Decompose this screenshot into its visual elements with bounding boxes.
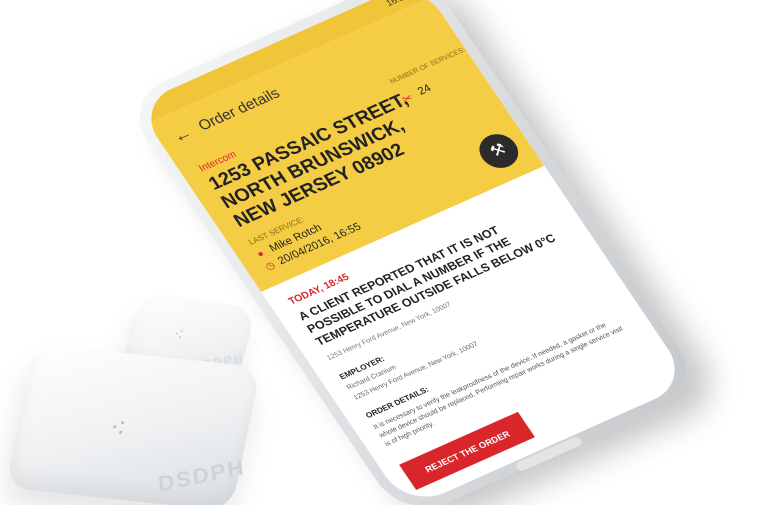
services-label: NUMBER OF SERVICES: [388,46,467,86]
tools-icon: ⚒ [487,140,510,161]
product-scene: ⁖ DSDPH ⁖ DSDPH 16:54 ← Order details In… [0,0,757,505]
share-icon: ⁖ [106,411,130,445]
status-time: 16:54 [384,0,410,8]
tools-fab-button[interactable]: ⚒ [472,128,526,174]
person-icon: ● [254,248,267,261]
clock-icon: ◷ [263,259,278,273]
phone-wrap: 16:54 ← Order details Intercom 1253 PASS… [120,0,757,505]
phone-screen: 16:54 ← Order details Intercom 1253 PASS… [135,0,691,505]
arrow-left-icon[interactable]: ← [168,122,196,147]
phone-body: 16:54 ← Order details Intercom 1253 PASS… [120,0,706,505]
